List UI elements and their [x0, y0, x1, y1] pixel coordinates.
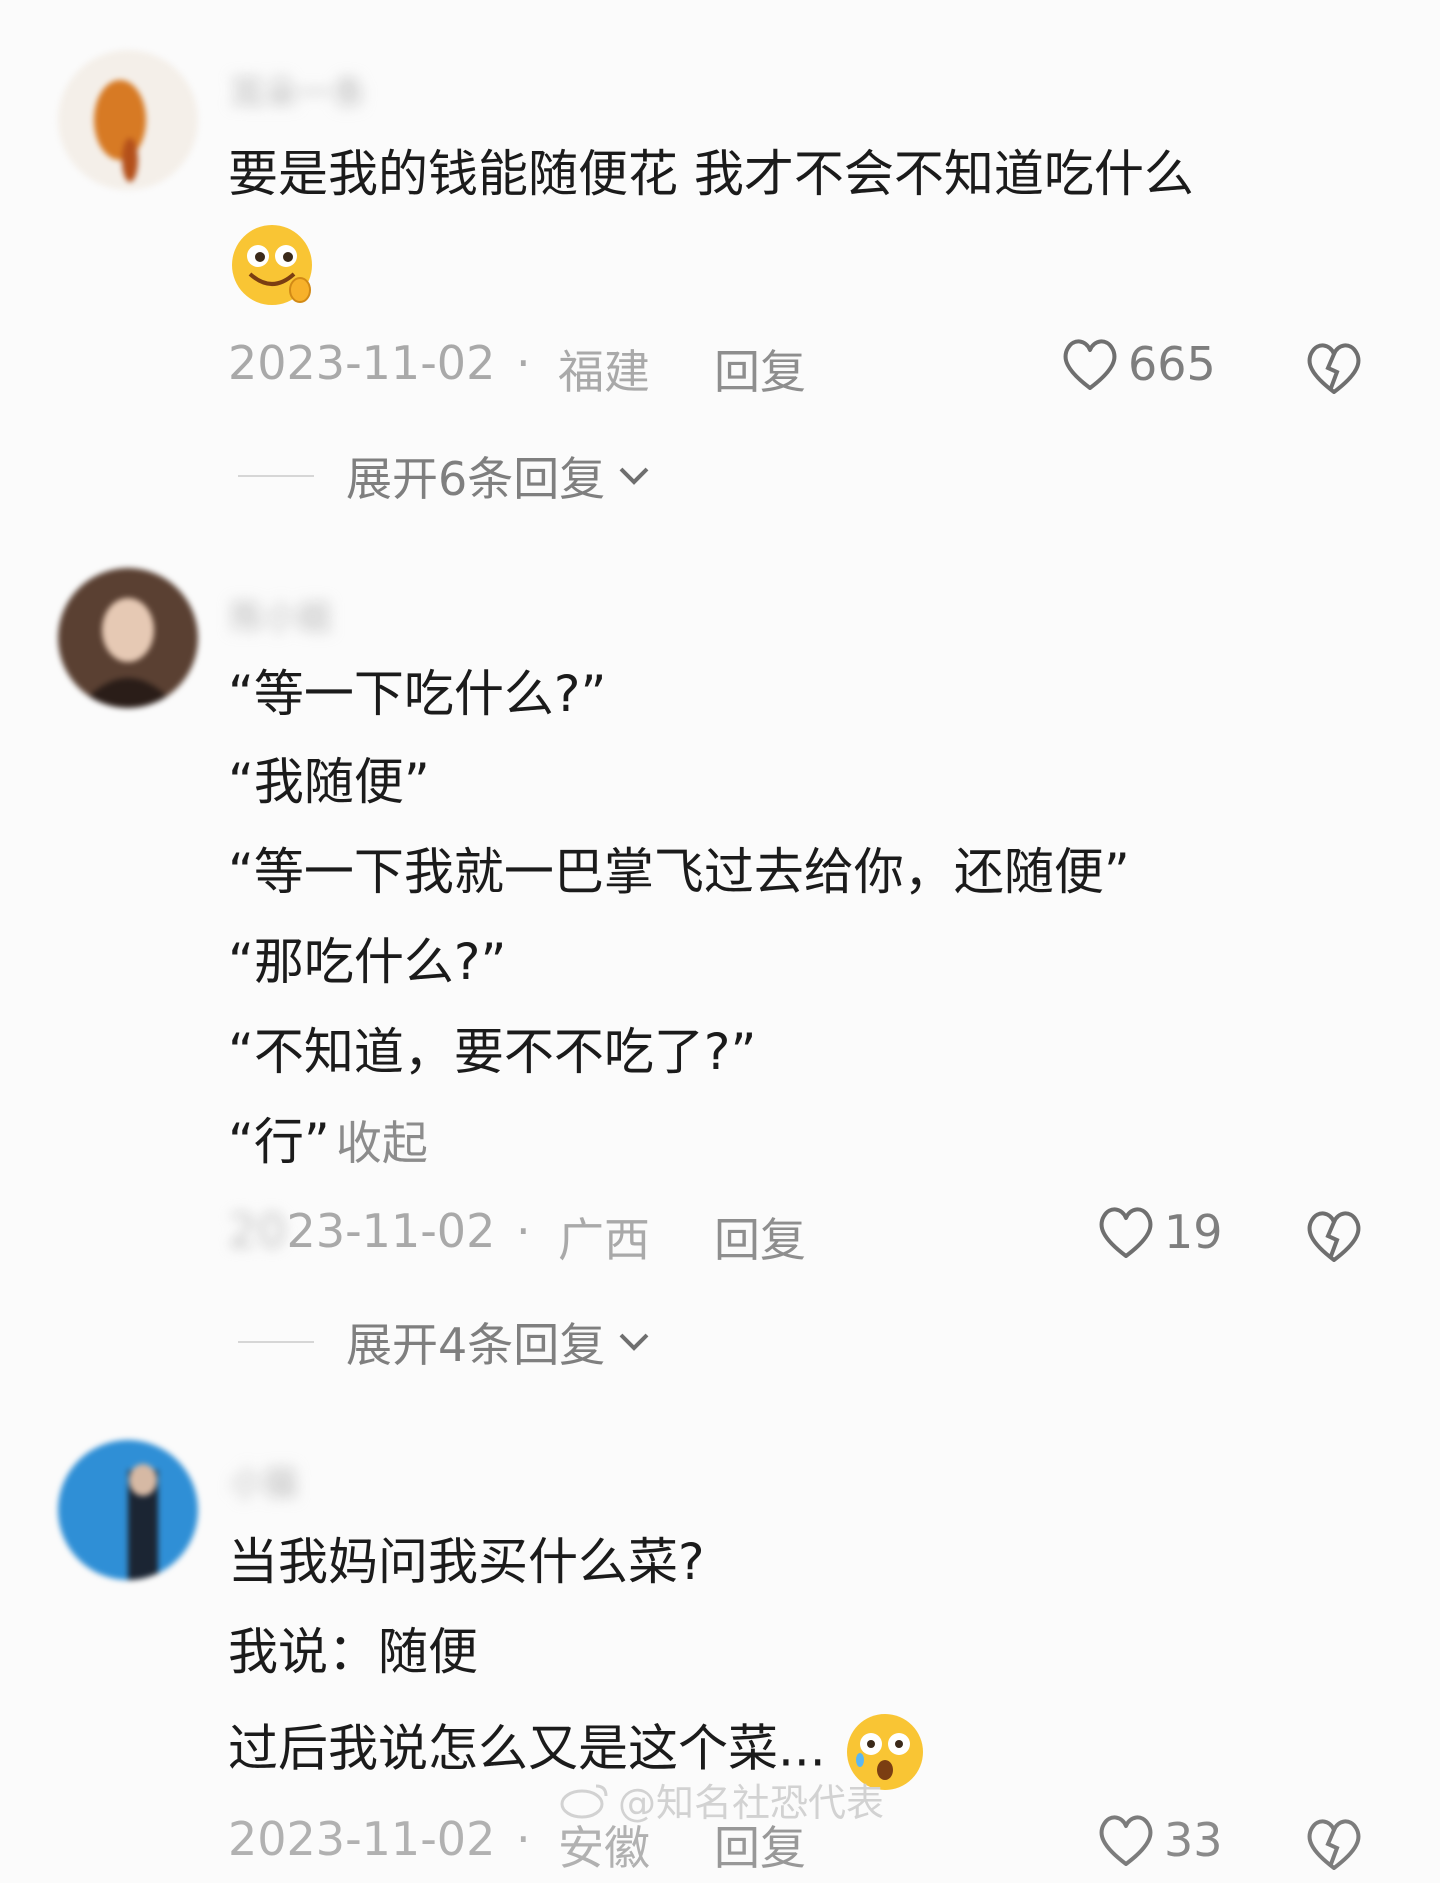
reply-button[interactable]: 回复: [714, 336, 806, 402]
avatar[interactable]: [58, 568, 198, 708]
divider-line: [238, 475, 314, 477]
expand-replies-label: 展开6条回复: [346, 452, 606, 506]
comment-date: 2023-11-02: [228, 1812, 496, 1866]
collapse-button[interactable]: 收起: [336, 1116, 428, 1170]
separator-dot: ·: [516, 1204, 531, 1258]
dislike-button[interactable]: [1303, 1208, 1365, 1275]
divider-line: [238, 1341, 314, 1343]
comment-text: 当我妈问我买什么菜?: [228, 1533, 705, 1591]
separator-dot: ·: [516, 1812, 531, 1866]
dislike-button[interactable]: [1303, 1816, 1365, 1883]
like-button[interactable]: 19: [1096, 1204, 1223, 1260]
comment-text: “等一下吃什么?”: [228, 665, 607, 723]
heart-icon: [1099, 1207, 1153, 1258]
comment-text: 过后我说怎么又是这个菜...: [228, 1719, 826, 1778]
weibo-logo-icon: [560, 1784, 608, 1818]
username[interactable]: 陈小姐: [230, 590, 332, 638]
watermark: @知名社恐代表: [560, 1772, 884, 1827]
like-count: 33: [1164, 1813, 1223, 1867]
dislike-button[interactable]: [1303, 340, 1365, 407]
like-button[interactable]: 33: [1096, 1812, 1223, 1868]
emoji-line: [228, 222, 320, 308]
comment-text: “不知道，要不不吃了?”: [228, 1023, 757, 1081]
broken-heart-icon: [1307, 343, 1361, 394]
broken-heart-icon: [1307, 1819, 1361, 1870]
chevron-down-icon: [619, 1333, 649, 1351]
avatar-image: [78, 598, 178, 708]
comment-text: 要是我的钱能随便花 我才不会不知道吃什么: [228, 145, 1194, 203]
heart-icon: [1099, 1815, 1153, 1866]
comment-location: 福建: [558, 345, 650, 399]
drooling-face-emoji: [232, 225, 312, 305]
username[interactable]: 耳朵一条: [230, 66, 366, 114]
avatar[interactable]: [58, 1440, 198, 1580]
date-prefix: 20: [228, 1204, 287, 1258]
expand-replies-button[interactable]: 展开6条回复: [238, 446, 653, 506]
chevron-down-icon: [619, 467, 649, 485]
watermark-text: @知名社恐代表: [618, 1781, 885, 1825]
broken-heart-icon: [1307, 1211, 1361, 1262]
reply-button[interactable]: 回复: [714, 1204, 806, 1270]
comment-text: 我说：随便: [228, 1623, 478, 1681]
comment-text: “我随便”: [228, 753, 430, 811]
avatar-image: [94, 80, 146, 182]
like-button[interactable]: 665: [1060, 336, 1216, 392]
separator-dot: ·: [516, 336, 531, 390]
comment-text: “那吃什么?”: [228, 933, 507, 991]
username[interactable]: 小猫: [230, 1456, 298, 1504]
expand-replies-button[interactable]: 展开4条回复: [238, 1312, 653, 1372]
like-count: 665: [1128, 337, 1216, 391]
heart-icon: [1063, 339, 1117, 390]
comment-date: 2023-11-02: [228, 1204, 495, 1258]
avatar[interactable]: [58, 50, 198, 190]
comment-date: 2023-11-02: [228, 336, 496, 390]
comment-location: 广西: [558, 1213, 650, 1267]
comment-meta: 2023-11-02 · 广西 回复 19: [228, 1204, 1378, 1267]
comment-text-last: “行” 收起: [228, 1112, 428, 1173]
date-text: 23-11-02: [286, 1204, 496, 1258]
avatar-image: [128, 1464, 158, 1580]
like-count: 19: [1164, 1205, 1223, 1259]
comment-text: “行”: [228, 1113, 330, 1171]
comment-meta: 2023-11-02 · 福建 回复 665: [228, 336, 1378, 399]
expand-replies-label: 展开4条回复: [346, 1318, 606, 1372]
comment-text: “等一下我就一巴掌飞过去给你，还随便”: [228, 843, 1130, 901]
